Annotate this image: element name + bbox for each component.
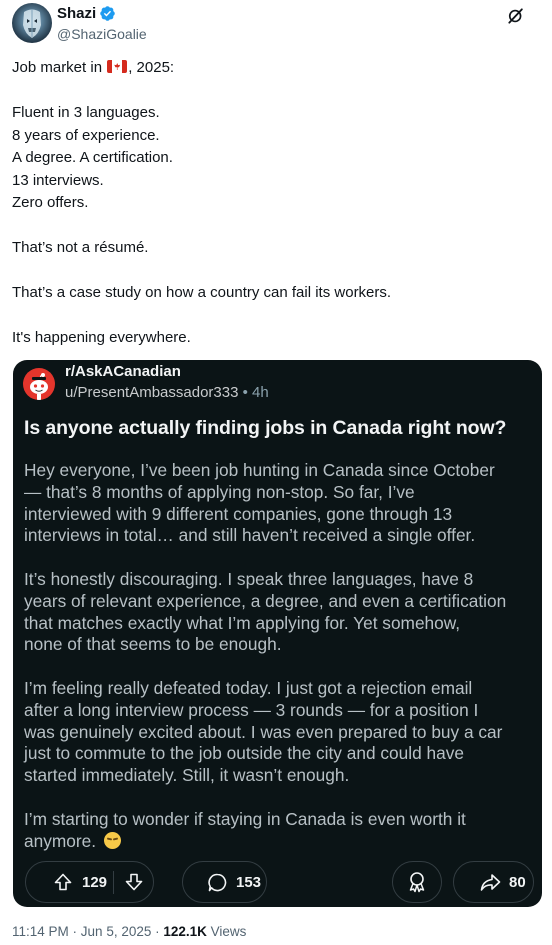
tweet-line-intro: Job market in , 2025: [12, 57, 540, 80]
post-date[interactable]: Jun 5, 2025 [81, 924, 152, 939]
tweet-line: 13 interviews. [12, 171, 104, 189]
name-row: Shazi [57, 5, 116, 22]
vote-divider [113, 871, 114, 894]
post-body: Hey everyone, I’ve been job hunting in C… [24, 460, 536, 852]
tweet-line: A degree. A certification. [12, 149, 173, 166]
post-body-line: interviews in total… and still haven’t r… [24, 525, 476, 546]
tweet-line: That’s a case study on how a country can… [12, 284, 392, 301]
footer-separator: · [68, 924, 81, 939]
post-time-stamp[interactable]: 11:14 PM [12, 924, 69, 939]
views-label: Views [206, 924, 247, 939]
award-button[interactable] [392, 861, 442, 903]
post-body-line: just to commute to the job outside the c… [24, 743, 464, 764]
downvote-icon[interactable] [124, 872, 144, 892]
disappointed-face-emoji [103, 831, 121, 849]
meta-separator: • [238, 384, 253, 401]
post-body-line: — that’s 8 months of applying non-stop. … [24, 481, 415, 502]
goalie-mask-icon [23, 9, 41, 38]
post-body-line: after a long interview process — 3 round… [24, 699, 479, 720]
intro-text: Job market in [12, 59, 107, 76]
post-time: 4h [252, 384, 269, 401]
user-handle[interactable]: @ShaziGoalie [57, 26, 147, 42]
reddit-post-image[interactable]: r/AskACanadian u/PresentAmbassador333 • … [13, 360, 542, 907]
post-body-line: none of that seems to be enough. [24, 634, 282, 655]
post-body-line: It’s honestly discouraging. I speak thre… [24, 568, 474, 589]
post-body-line: was genuinely excited about. I was even … [24, 721, 503, 742]
footer-separator: · [151, 924, 164, 939]
subreddit-name: r/AskACanadian [65, 363, 181, 380]
display-name[interactable]: Shazi [57, 5, 96, 22]
post-meta: u/PresentAmbassador333 • 4h [65, 384, 269, 401]
post-title: Is anyone actually finding jobs in Canad… [24, 417, 507, 439]
post-body-line: that matches exactly what I’m applying f… [24, 612, 461, 633]
vote-control: 129 [25, 861, 154, 903]
tweet-header: Shazi @ShaziGoalie [12, 2, 540, 44]
views-count: 122.1K [163, 924, 207, 939]
share-icon [480, 874, 501, 891]
post-actions: 129 153 80 [25, 861, 535, 903]
tweet-line: 8 years of experience. [12, 126, 160, 144]
post-body-line: started immediately. Still, it wasn’t en… [24, 765, 350, 786]
share-button[interactable]: 80 [453, 861, 534, 903]
tweet-line: Zero offers. [12, 194, 89, 211]
canada-flag-emoji [107, 60, 128, 73]
award-icon [409, 872, 425, 893]
post-username: u/PresentAmbassador333 [65, 384, 239, 401]
share-count: 80 [509, 874, 526, 891]
goalie-mask-avatar[interactable] [12, 3, 52, 43]
intro-year-text: , 2025: [128, 59, 175, 76]
tweet-line: That’s not a résumé. [12, 239, 149, 256]
tweet-text: Job market in , 2025: Fluent in 3 langua… [12, 57, 540, 350]
post-body-line-text: anymore. [24, 830, 101, 851]
comment-icon [208, 873, 227, 892]
verified-badge-icon [100, 6, 115, 21]
tweet-footer: 11:14 PM · Jun 5, 2025 · 122.1K Views [12, 924, 246, 939]
post-body-line: I’m feeling really defeated today. I jus… [24, 677, 473, 698]
grok-icon[interactable] [506, 6, 526, 26]
post-body-last-line: anymore. [24, 831, 536, 853]
upvote-icon[interactable] [53, 872, 73, 892]
subreddit-avatar [23, 368, 55, 400]
post-body-line: years of relevant experience, a degree, … [24, 590, 507, 611]
comments-button[interactable]: 153 [182, 861, 267, 903]
upvote-count: 129 [82, 874, 108, 891]
post-body-line: interviewed with 9 different companies, … [24, 503, 453, 524]
snoo-icon [30, 373, 48, 400]
tweet-line: It's happening everywhere. [12, 329, 191, 346]
comment-count: 153 [236, 874, 262, 891]
tweet-line: Fluent in 3 languages. [12, 104, 160, 121]
post-body-line: I’m starting to wonder if staying in Can… [24, 808, 466, 829]
post-body-line: Hey everyone, I’ve been job hunting in C… [24, 460, 495, 480]
